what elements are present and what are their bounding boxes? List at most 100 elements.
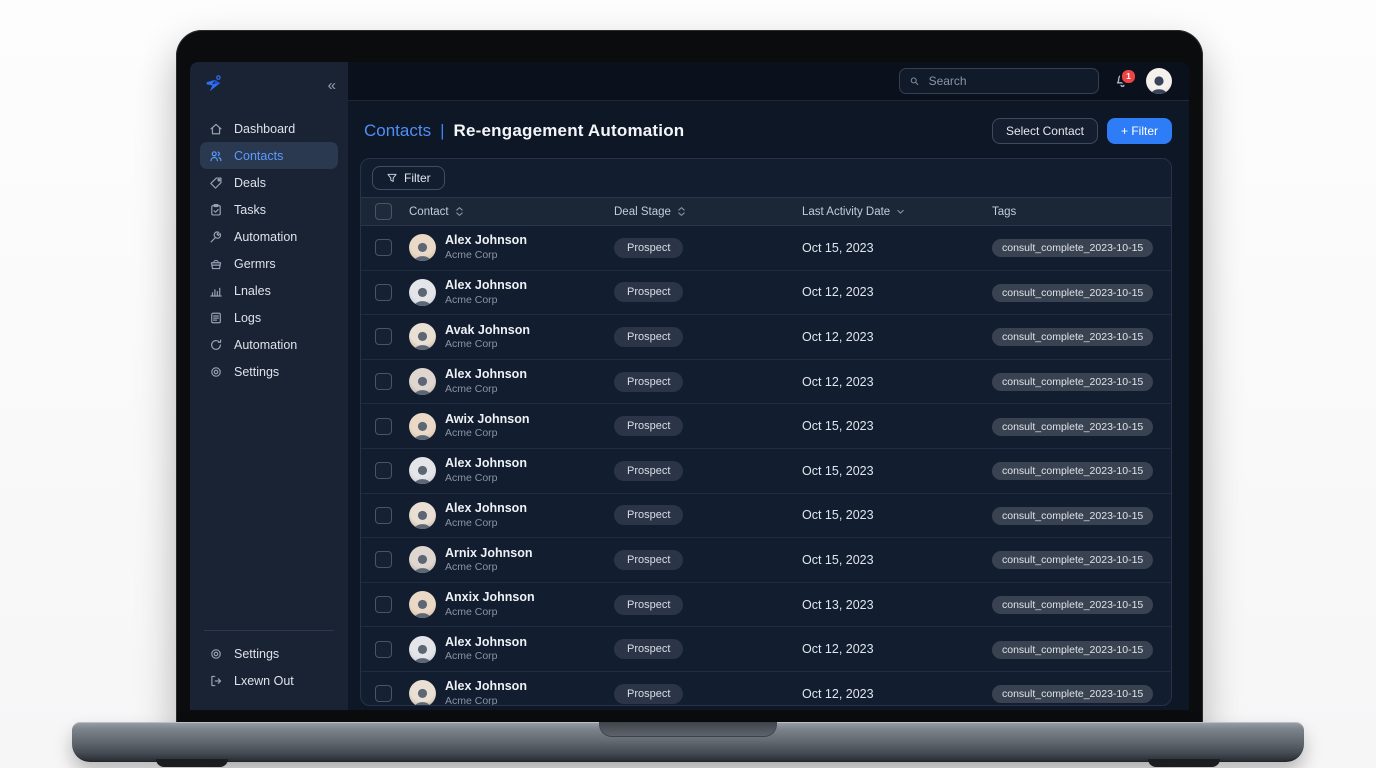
row-checkbox[interactable] — [375, 418, 392, 435]
select-all-checkbox[interactable] — [375, 203, 392, 220]
row-checkbox[interactable] — [375, 239, 392, 256]
home-icon — [209, 122, 223, 136]
gear-icon — [209, 647, 223, 661]
contact-avatar — [409, 234, 436, 261]
sidebar-item-logs[interactable]: Logs — [200, 304, 338, 331]
contact-avatar — [409, 457, 436, 484]
contact-cell: Alex Johnson Acme Corp — [409, 278, 604, 307]
gear-icon — [209, 365, 223, 379]
sidebar-item-automation[interactable]: Automation — [200, 331, 338, 358]
last-activity-date: Oct 12, 2023 — [802, 285, 982, 299]
laptop-lid-notch — [599, 722, 777, 737]
tag-badge: consult_complete_2023-10-15 — [992, 284, 1153, 302]
table-row[interactable]: Alex Johnson Acme Corp Prospect Oct 12, … — [361, 672, 1171, 705]
row-checkbox[interactable] — [375, 641, 392, 658]
row-checkbox[interactable] — [375, 685, 392, 702]
tasks-icon — [209, 203, 223, 217]
row-checkbox[interactable] — [375, 507, 392, 524]
contact-name: Alex Johnson — [445, 501, 527, 517]
notification-badge: 1 — [1120, 68, 1137, 85]
row-checkbox[interactable] — [375, 596, 392, 613]
contact-name: Anxix Johnson — [445, 590, 535, 606]
table-row[interactable]: Alex Johnson Acme Corp Prospect Oct 15, … — [361, 494, 1171, 539]
column-header-last-activity-date[interactable]: Last Activity Date — [802, 206, 982, 218]
column-header-deal-stage[interactable]: Deal Stage — [614, 206, 792, 218]
basket-icon — [209, 257, 223, 271]
filter-button[interactable]: Filter — [372, 166, 445, 190]
laptop-foot — [1148, 759, 1220, 767]
laptop-base — [72, 722, 1304, 762]
last-activity-date: Oct 15, 2023 — [802, 419, 982, 433]
search-box[interactable] — [899, 68, 1099, 94]
contact-company: Acme Corp — [445, 517, 527, 530]
tag-badge: consult_complete_2023-10-15 — [992, 685, 1153, 703]
contact-name: Alex Johnson — [445, 635, 527, 651]
sidebar-item-contacts[interactable]: Contacts — [200, 142, 338, 169]
deal-stage-badge: Prospect — [614, 550, 683, 570]
contact-avatar — [409, 502, 436, 529]
sync-icon — [209, 338, 223, 352]
notifications-button[interactable]: 1 — [1114, 73, 1131, 90]
table-row[interactable]: Alex Johnson Acme Corp Prospect Oct 15, … — [361, 226, 1171, 271]
contact-name: Awix Johnson — [445, 412, 530, 428]
table-row[interactable]: Alex Johnson Acme Corp Prospect Oct 12, … — [361, 360, 1171, 405]
sidebar-item-automation[interactable]: Automation — [200, 223, 338, 250]
table-row[interactable]: Alex Johnson Acme Corp Prospect Oct 12, … — [361, 271, 1171, 316]
sidebar-item-tasks[interactable]: Tasks — [200, 196, 338, 223]
last-activity-date: Oct 12, 2023 — [802, 375, 982, 389]
sidebar-header: « — [190, 62, 348, 97]
contact-avatar — [409, 368, 436, 395]
column-header-contact[interactable]: Contact — [409, 206, 604, 218]
contact-company: Acme Corp — [445, 427, 530, 440]
header-actions: Select Contact + Filter — [992, 118, 1172, 144]
row-checkbox[interactable] — [375, 284, 392, 301]
sidebar-item-settings[interactable]: Settings — [200, 358, 338, 385]
row-checkbox[interactable] — [375, 551, 392, 568]
contact-avatar — [409, 279, 436, 306]
breadcrumb-contacts[interactable]: Contacts — [364, 121, 431, 141]
table-row[interactable]: Alex Johnson Acme Corp Prospect Oct 15, … — [361, 449, 1171, 494]
sidebar-collapse-icon[interactable]: « — [328, 78, 334, 93]
contact-name: Alex Johnson — [445, 456, 527, 472]
table-header-row: Contact Deal Stage — [361, 197, 1171, 226]
search-input[interactable] — [927, 73, 1089, 89]
row-checkbox[interactable] — [375, 373, 392, 390]
contact-company: Acme Corp — [445, 561, 533, 574]
sidebar-divider — [204, 630, 334, 631]
contact-avatar — [409, 680, 436, 705]
search-icon — [909, 75, 920, 87]
breadcrumb-divider: | — [440, 121, 444, 141]
last-activity-date: Oct 12, 2023 — [802, 642, 982, 656]
sidebar-item-deals[interactable]: Deals — [200, 169, 338, 196]
column-header-tags: Tags — [992, 206, 1157, 218]
table-row[interactable]: Avak Johnson Acme Corp Prospect Oct 12, … — [361, 315, 1171, 360]
laptop-screen-bezel: « Dashboard Contacts Deals Tasks Automat… — [176, 30, 1203, 730]
select-contact-button[interactable]: Select Contact — [992, 118, 1098, 144]
table-row[interactable]: Awix Johnson Acme Corp Prospect Oct 15, … — [361, 404, 1171, 449]
sidebar-item-germrs[interactable]: Germrs — [200, 250, 338, 277]
contact-company: Acme Corp — [445, 383, 527, 396]
row-checkbox[interactable] — [375, 328, 392, 345]
tag-badge: consult_complete_2023-10-15 — [992, 641, 1153, 659]
sidebar-item-settings[interactable]: Settings — [200, 640, 338, 667]
app-window: « Dashboard Contacts Deals Tasks Automat… — [190, 62, 1189, 710]
sidebar-item-dashboard[interactable]: Dashboard — [200, 115, 338, 142]
contact-company: Acme Corp — [445, 472, 527, 485]
funnel-icon — [386, 172, 398, 184]
wrench-icon — [209, 230, 223, 244]
sidebar-footer: Settings Lxewn Out — [190, 630, 348, 710]
add-filter-button[interactable]: + Filter — [1107, 118, 1172, 144]
user-avatar[interactable] — [1146, 68, 1172, 94]
row-checkbox[interactable] — [375, 462, 392, 479]
contact-name: Alex Johnson — [445, 367, 527, 383]
sidebar-item-lnales[interactable]: Lnales — [200, 277, 338, 304]
tag-badge: consult_complete_2023-10-15 — [992, 418, 1153, 436]
last-activity-date: Oct 15, 2023 — [802, 508, 982, 522]
bar-chart-icon — [209, 284, 223, 298]
sidebar-item-lxewn-out[interactable]: Lxewn Out — [200, 667, 338, 694]
laptop-foot — [156, 759, 228, 767]
table-row[interactable]: Arnix Johnson Acme Corp Prospect Oct 15,… — [361, 538, 1171, 583]
contact-avatar — [409, 323, 436, 350]
table-row[interactable]: Anxix Johnson Acme Corp Prospect Oct 13,… — [361, 583, 1171, 628]
table-row[interactable]: Alex Johnson Acme Corp Prospect Oct 12, … — [361, 627, 1171, 672]
